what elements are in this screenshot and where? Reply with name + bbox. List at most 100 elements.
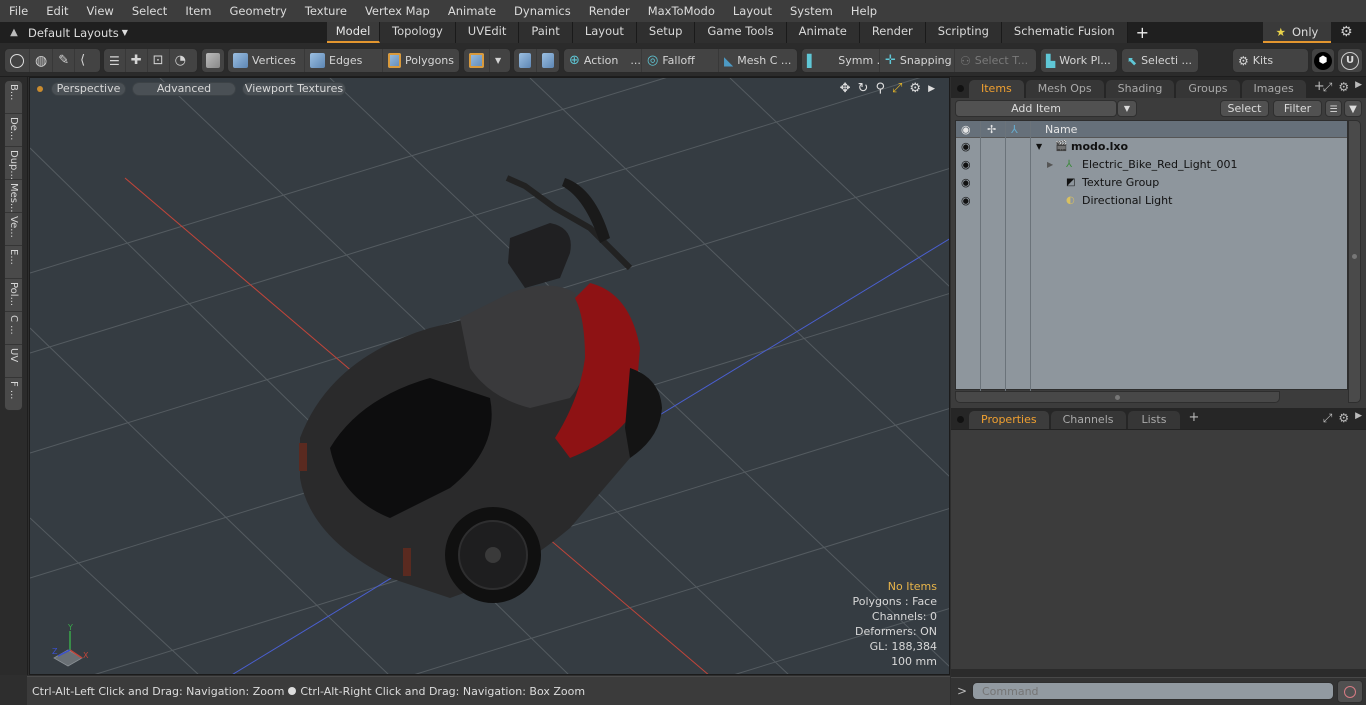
tab-properties[interactable]: Properties bbox=[969, 411, 1049, 429]
tab-render[interactable]: Render bbox=[859, 22, 926, 43]
add-item-button[interactable]: Add Item bbox=[955, 100, 1117, 117]
select-through-button[interactable]: ⚇ Select T... bbox=[955, 49, 1035, 72]
menu-select[interactable]: Select bbox=[123, 0, 176, 22]
menu-vertex-map[interactable]: Vertex Map bbox=[356, 0, 439, 22]
left-tab-curve[interactable]: C ... bbox=[5, 312, 22, 345]
material-mode-dropdown[interactable]: ▼ bbox=[490, 49, 506, 72]
left-tab-vertex[interactable]: Ve... bbox=[5, 213, 22, 246]
menu-dynamics[interactable]: Dynamics bbox=[505, 0, 580, 22]
visibility-eye-icon[interactable]: ◉ bbox=[961, 174, 971, 192]
vertices-button[interactable]: Vertices bbox=[228, 49, 305, 72]
viewport-options-dot[interactable] bbox=[37, 86, 43, 92]
menu-file[interactable]: File bbox=[0, 0, 37, 22]
pan-icon[interactable]: ✥ bbox=[840, 81, 851, 96]
items-mode-button[interactable] bbox=[202, 49, 224, 72]
menu-animate[interactable]: Animate bbox=[439, 0, 505, 22]
expand-panel-icon[interactable]: ⤢ bbox=[1323, 80, 1333, 95]
tab-channels[interactable]: Channels bbox=[1050, 411, 1126, 429]
rotate-icon[interactable]: ↻ bbox=[858, 81, 869, 96]
add-layout-tab-button[interactable]: + bbox=[1128, 22, 1157, 43]
layouts-dropdown[interactable]: Default Layouts ▼ bbox=[28, 26, 128, 40]
menu-help[interactable]: Help bbox=[842, 0, 886, 22]
advanced-button[interactable]: Advanced bbox=[132, 82, 236, 96]
panel-arrow-icon[interactable]: ▶ bbox=[1355, 411, 1362, 426]
horizontal-scrollbar[interactable] bbox=[955, 391, 1280, 403]
left-tab-edge[interactable]: E... bbox=[5, 246, 22, 279]
tab-lists[interactable]: Lists bbox=[1127, 411, 1181, 429]
panel-options-dot[interactable] bbox=[957, 85, 964, 92]
perspective-button[interactable]: Perspective bbox=[51, 82, 126, 96]
viewport-gear-icon[interactable]: ⚙ bbox=[909, 81, 921, 96]
tab-mesh-ops[interactable]: Mesh Ops bbox=[1025, 80, 1104, 98]
add-panel-tab-button[interactable]: + bbox=[1182, 409, 1205, 429]
collapse-triangle-icon[interactable]: ▼ bbox=[1036, 138, 1042, 156]
tab-items[interactable]: Items bbox=[969, 80, 1024, 98]
tab-uvedit[interactable]: UVEdit bbox=[455, 22, 520, 43]
left-tab-basic[interactable]: B... bbox=[5, 81, 22, 114]
menu-layout[interactable]: Layout bbox=[724, 0, 781, 22]
material-mode-button[interactable] bbox=[464, 49, 490, 72]
tab-paint[interactable]: Paint bbox=[519, 22, 573, 43]
kits-button[interactable]: ⚙ Kits bbox=[1233, 49, 1308, 72]
tab-shading[interactable]: Shading bbox=[1105, 80, 1175, 98]
path-button[interactable]: ⟨ bbox=[75, 49, 90, 72]
globe-button[interactable]: ◍ bbox=[30, 49, 54, 72]
menu-edit[interactable]: Edit bbox=[37, 0, 77, 22]
tab-layout[interactable]: Layout bbox=[572, 22, 637, 43]
cross-button[interactable]: ✚ bbox=[126, 49, 148, 72]
panel-gear-icon[interactable]: ⚙ bbox=[1338, 411, 1349, 426]
selection-sets-button[interactable]: ⬉ Selecti ... bbox=[1122, 49, 1198, 72]
align-button[interactable]: ☰ bbox=[104, 49, 126, 72]
polygons-button[interactable]: Polygons bbox=[383, 49, 459, 72]
left-tab-uv[interactable]: UV bbox=[5, 345, 22, 378]
expand-panel-icon[interactable]: ⤢ bbox=[1323, 411, 1333, 426]
list-options-button[interactable]: ☰ bbox=[1325, 100, 1342, 117]
symmetry-button[interactable]: ▌ Symm ... bbox=[802, 49, 880, 72]
panel-gear-icon[interactable]: ⚙ bbox=[1338, 80, 1349, 95]
left-tab-fusion[interactable]: F ... bbox=[5, 378, 22, 411]
menu-render[interactable]: Render bbox=[580, 0, 639, 22]
tab-topology[interactable]: Topology bbox=[380, 22, 456, 43]
work-plane-button[interactable]: ▙ Work Pl... bbox=[1041, 49, 1117, 72]
visibility-eye-icon[interactable]: ◉ bbox=[961, 156, 971, 174]
edges-button[interactable]: Edges bbox=[305, 49, 383, 72]
panel-options-dot[interactable] bbox=[957, 416, 964, 423]
tab-images[interactable]: Images bbox=[1241, 80, 1306, 98]
expand-triangle-icon[interactable]: ▶ bbox=[1047, 156, 1053, 174]
left-tab-mesh[interactable]: Mes... bbox=[5, 180, 22, 213]
clock-button[interactable]: ◔ bbox=[170, 49, 191, 72]
panel-arrow-icon[interactable]: ▶ bbox=[1355, 80, 1362, 95]
snapping-button[interactable]: ✛ Snapping bbox=[880, 49, 955, 72]
tree-row-mesh[interactable]: ◉ ▶ ⅄ Electric_Bike_Red_Light_001 bbox=[956, 156, 1347, 174]
tab-setup[interactable]: Setup bbox=[636, 22, 696, 43]
world-transform-button[interactable] bbox=[514, 49, 537, 72]
scroll-knob[interactable] bbox=[1352, 254, 1357, 259]
scroll-knob[interactable] bbox=[1115, 395, 1120, 400]
vertical-scrollbar[interactable] bbox=[1348, 120, 1361, 403]
collapse-up-icon[interactable]: ▲ bbox=[0, 27, 28, 38]
electric-bike-model[interactable] bbox=[299, 175, 662, 603]
pen-button[interactable]: ✎ bbox=[53, 49, 76, 72]
tree-row-texture-group[interactable]: ◉ ◩ Texture Group bbox=[956, 174, 1347, 192]
only-toggle[interactable]: ★ Only bbox=[1263, 22, 1331, 43]
tab-schematic-fusion[interactable]: Schematic Fusion bbox=[1001, 22, 1128, 43]
modo-cube-button[interactable]: ⬢ bbox=[1312, 49, 1334, 72]
funnel-button[interactable]: ▼ bbox=[1344, 100, 1362, 117]
zoom-icon[interactable]: ⚲ bbox=[875, 81, 885, 96]
menu-view[interactable]: View bbox=[78, 0, 123, 22]
3d-viewport[interactable]: Y X Z Perspective Advanced Viewport Text… bbox=[29, 77, 950, 675]
mesh-constraint-button[interactable]: ◣ Mesh C ... bbox=[719, 49, 795, 72]
viewport-textures-button[interactable]: Viewport Textures bbox=[242, 82, 346, 96]
falloff-button[interactable]: ◎ Falloff bbox=[642, 49, 719, 72]
unreal-button[interactable]: U bbox=[1338, 49, 1362, 72]
tab-game-tools[interactable]: Game Tools bbox=[695, 22, 787, 43]
visibility-eye-icon[interactable]: ◉ bbox=[961, 138, 971, 156]
left-tab-polygon[interactable]: Pol... bbox=[5, 279, 22, 312]
menu-system[interactable]: System bbox=[781, 0, 842, 22]
menu-item[interactable]: Item bbox=[176, 0, 220, 22]
local-transform-button[interactable] bbox=[537, 49, 559, 72]
square-circle-button[interactable]: ⊡ bbox=[148, 49, 170, 72]
visibility-eye-icon[interactable]: ◉ bbox=[961, 192, 971, 210]
menu-maxtomodo[interactable]: MaxToModo bbox=[639, 0, 724, 22]
tree-row-scene[interactable]: ◉ ▼ 🎬 modo.lxo bbox=[956, 138, 1347, 156]
